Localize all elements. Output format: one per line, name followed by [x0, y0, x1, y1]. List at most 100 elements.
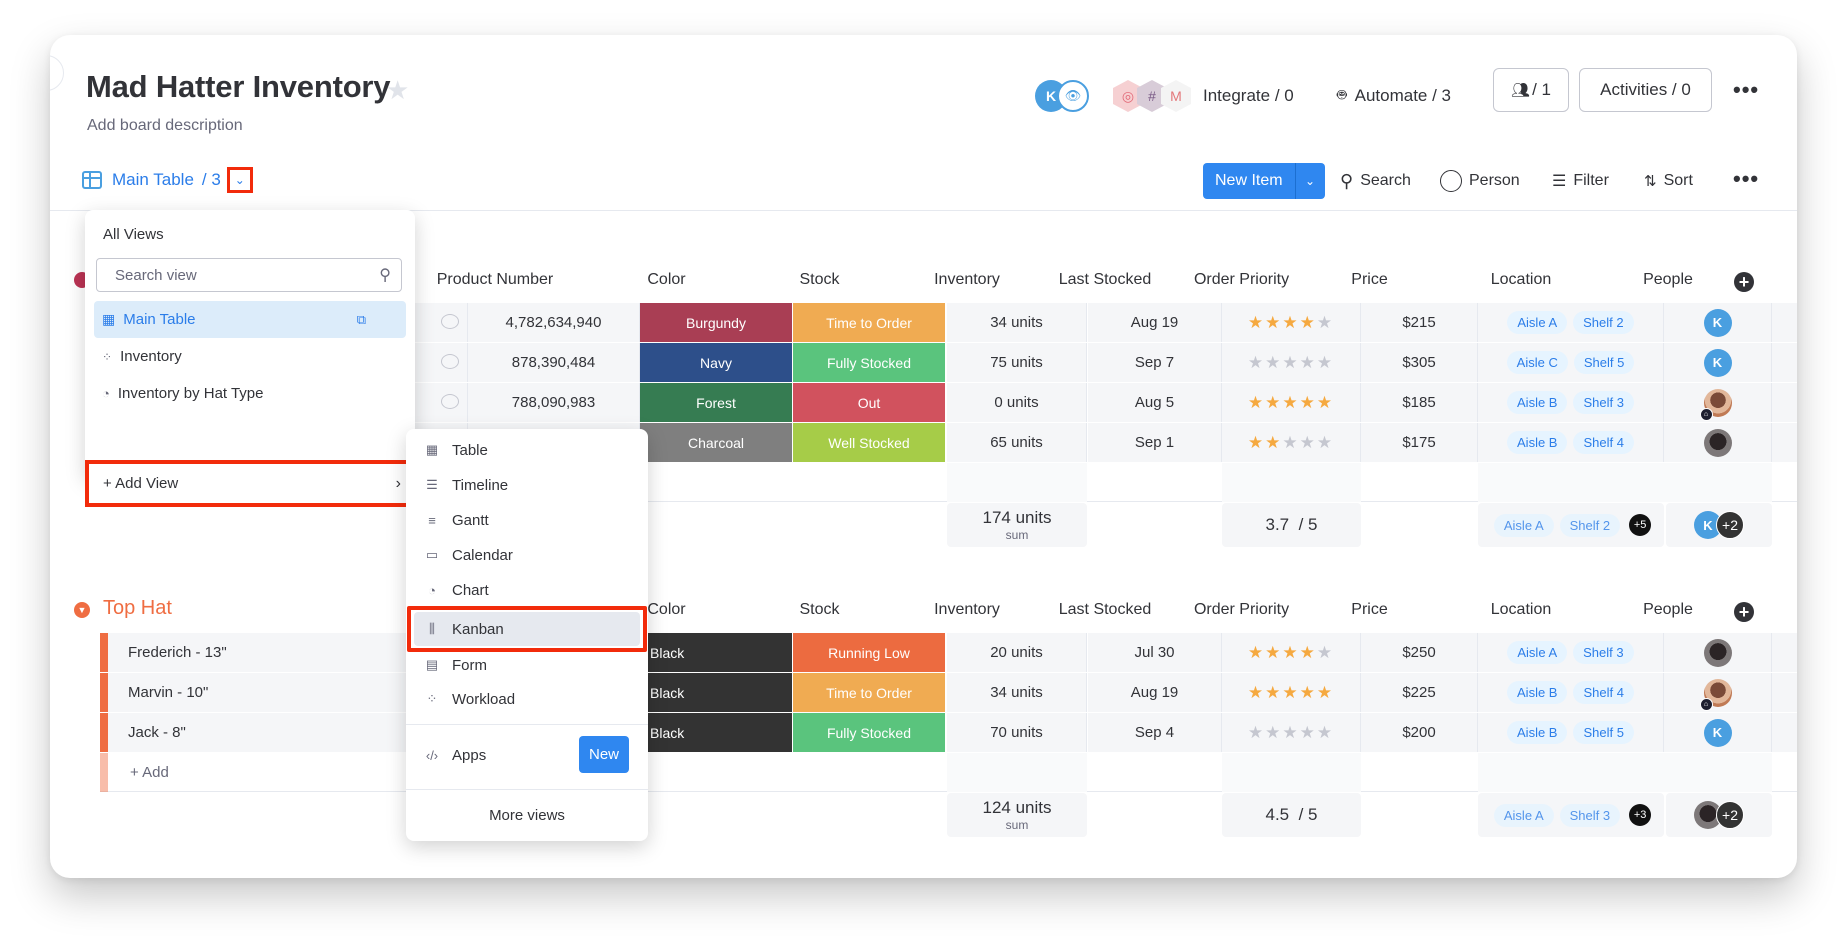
- column-header[interactable]: People: [1614, 601, 1722, 619]
- people-cell[interactable]: [1664, 423, 1772, 462]
- views-dropdown-chevron-icon[interactable]: ⌄: [226, 167, 253, 193]
- people-cell[interactable]: ⌂: [1664, 383, 1772, 422]
- star-icon[interactable]: ★: [1265, 433, 1282, 452]
- new-item-button[interactable]: New Item ⌄: [1203, 163, 1325, 199]
- stock-status[interactable]: Fully Stocked: [793, 713, 946, 752]
- submenu-item-table[interactable]: ▦ Table: [414, 433, 640, 467]
- avatar[interactable]: ⌂: [1699, 388, 1732, 421]
- last-stocked-date[interactable]: Aug 19: [1088, 303, 1222, 342]
- group-collapse-icon[interactable]: ▼: [74, 602, 90, 618]
- group-title[interactable]: Top Hat: [103, 597, 172, 620]
- stock-status[interactable]: Time to Order: [793, 303, 946, 342]
- star-icon[interactable]: ★: [1282, 433, 1299, 452]
- add-item-row[interactable]: + Add: [100, 753, 1797, 792]
- avatar[interactable]: ⌂: [1699, 678, 1732, 711]
- price-value[interactable]: $305: [1361, 343, 1478, 382]
- automate-button[interactable]: 🤖︎ Automate / 3: [1337, 71, 1451, 121]
- column-header[interactable]: Color: [590, 271, 743, 289]
- view-item-inventory[interactable]: ⁘ Inventory: [94, 338, 406, 375]
- location-tag[interactable]: Shelf 5: [1573, 351, 1635, 374]
- add-column-icon[interactable]: +: [1734, 272, 1754, 292]
- comment-icon[interactable]: [441, 314, 459, 329]
- integrations-group[interactable]: ◎ # M Integrate / 0: [1113, 71, 1294, 121]
- inventory-value[interactable]: 0 units: [947, 383, 1087, 422]
- inventory-value[interactable]: 70 units: [947, 713, 1087, 752]
- add-column-icon[interactable]: +: [1734, 602, 1754, 622]
- color-label[interactable]: Burgundy: [640, 303, 793, 342]
- search-view-input[interactable]: Search view ⚲: [96, 258, 402, 292]
- order-priority-rating[interactable]: ★★★★★: [1222, 713, 1361, 752]
- column-header[interactable]: Last Stocked: [1038, 601, 1172, 619]
- location-tags[interactable]: Aisle B Shelf 3: [1478, 383, 1664, 422]
- star-icon[interactable]: ★: [1300, 723, 1317, 742]
- star-icon[interactable]: ★: [1317, 683, 1334, 702]
- filter-button[interactable]: ☰ Filter: [1552, 163, 1609, 199]
- comment-icon[interactable]: [441, 354, 459, 369]
- star-icon[interactable]: ★: [1265, 723, 1282, 742]
- person-filter-button[interactable]: Person: [1440, 163, 1520, 199]
- add-view-button[interactable]: + Add View ›: [85, 460, 415, 507]
- column-header[interactable]: Inventory: [897, 271, 1037, 289]
- avatar[interactable]: K: [1703, 718, 1732, 747]
- color-label[interactable]: Navy: [640, 343, 793, 382]
- last-stocked-date[interactable]: Jul 30: [1088, 633, 1222, 672]
- location-tags[interactable]: Aisle C Shelf 5: [1478, 343, 1664, 382]
- people-cell[interactable]: [1664, 633, 1772, 672]
- stock-status[interactable]: Fully Stocked: [793, 343, 946, 382]
- people-cell[interactable]: K: [1664, 713, 1772, 752]
- star-icon[interactable]: ★: [1282, 393, 1299, 412]
- stock-status[interactable]: Running Low: [793, 633, 946, 672]
- star-icon[interactable]: ★: [1265, 313, 1282, 332]
- inventory-value[interactable]: 34 units: [947, 303, 1087, 342]
- order-priority-rating[interactable]: ★★★★★: [1222, 383, 1361, 422]
- column-header[interactable]: Order Priority: [1172, 601, 1311, 619]
- location-tag[interactable]: Aisle A: [1507, 311, 1568, 334]
- location-tag[interactable]: Shelf 3: [1573, 391, 1634, 414]
- star-icon[interactable]: ★: [1265, 643, 1282, 662]
- color-label[interactable]: Charcoal: [640, 423, 793, 462]
- last-stocked-date[interactable]: Sep 1: [1088, 423, 1222, 462]
- star-icon[interactable]: ★: [1282, 313, 1299, 332]
- submenu-item-gantt[interactable]: ≡ Gantt: [414, 503, 640, 537]
- view-item-main-table[interactable]: ▦ Main Table ⧉: [94, 301, 406, 338]
- table-row[interactable]: Marvin - 10" Black Time to Order 34 units Au…: [100, 673, 1797, 712]
- last-stocked-date[interactable]: Aug 19: [1088, 673, 1222, 712]
- view-item-inventory-by-hat-type[interactable]: ◔ Inventory by Hat Type: [94, 375, 406, 412]
- last-stocked-date[interactable]: Sep 4: [1088, 713, 1222, 752]
- star-icon[interactable]: ★: [1300, 393, 1317, 412]
- people-cell[interactable]: ⌂: [1664, 673, 1772, 712]
- avatar[interactable]: K: [1703, 308, 1732, 337]
- star-icon[interactable]: ★: [1300, 353, 1317, 372]
- star-icon[interactable]: ★: [1300, 313, 1317, 332]
- toolbar-more-icon[interactable]: •••: [1733, 166, 1759, 192]
- location-tag[interactable]: Aisle B: [1507, 431, 1568, 454]
- star-icon[interactable]: ★: [1248, 683, 1265, 702]
- star-icon[interactable]: ★: [1317, 723, 1334, 742]
- price-value[interactable]: $250: [1361, 633, 1478, 672]
- location-tag[interactable]: Shelf 2: [1573, 311, 1634, 334]
- people-cell[interactable]: K: [1664, 303, 1772, 342]
- sidebar-toggle[interactable]: [50, 55, 64, 91]
- star-icon[interactable]: ★: [1248, 433, 1265, 452]
- color-label[interactable]: Black: [640, 673, 793, 712]
- chevron-down-icon[interactable]: ⌄: [1294, 163, 1325, 199]
- last-stocked-date[interactable]: Sep 7: [1088, 343, 1222, 382]
- more-locations-badge[interactable]: +3: [1629, 804, 1652, 826]
- members-button[interactable]: 👥︎ / 1: [1493, 68, 1569, 112]
- star-icon[interactable]: ★: [1265, 683, 1282, 702]
- location-tag[interactable]: Shelf 3: [1573, 641, 1634, 664]
- column-header[interactable]: Last Stocked: [1038, 271, 1172, 289]
- product-number[interactable]: 788,090,983: [468, 383, 640, 422]
- current-view-label[interactable]: Main Table: [112, 170, 194, 190]
- star-icon[interactable]: ★: [1248, 723, 1265, 742]
- new-item-label[interactable]: New Item: [1203, 163, 1295, 199]
- submenu-item-timeline[interactable]: ☰ Timeline: [414, 468, 640, 502]
- view-switcher[interactable]: Main Table / 3 ⌄: [82, 166, 253, 194]
- activities-button[interactable]: Activities / 0: [1579, 68, 1712, 112]
- product-number[interactable]: 878,390,484: [468, 343, 640, 382]
- star-icon[interactable]: ★: [1248, 313, 1265, 332]
- table-row[interactable]: Frederich - 13" Black Running Low 20 units J…: [100, 633, 1797, 672]
- stock-status[interactable]: Time to Order: [793, 673, 946, 712]
- more-people-badge[interactable]: +2: [1716, 511, 1744, 539]
- column-header[interactable]: Price: [1311, 271, 1428, 289]
